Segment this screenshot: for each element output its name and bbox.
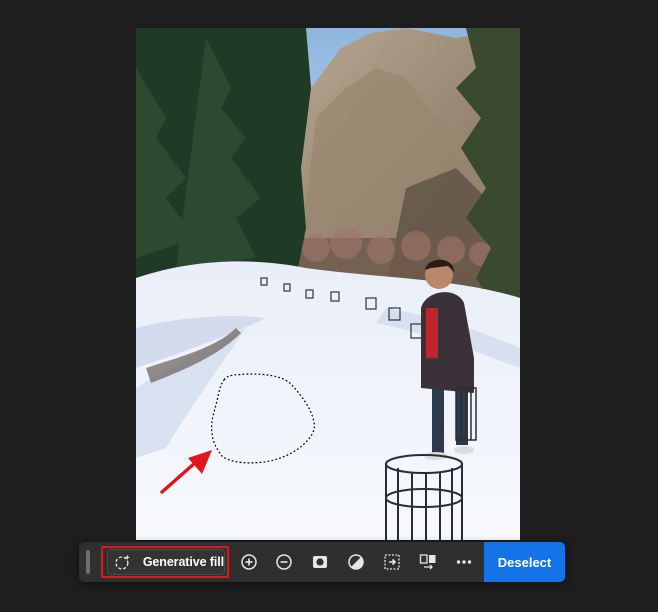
mask-icon — [313, 556, 327, 568]
contextual-taskbar: Generative fill Deselect — [79, 542, 565, 582]
more-options-icon — [456, 560, 472, 564]
more-options-button[interactable] — [454, 552, 474, 572]
invert-selection-button[interactable] — [346, 552, 366, 572]
deselect-button[interactable]: Deselect — [484, 542, 565, 582]
fill-selection-button[interactable] — [418, 552, 438, 572]
add-to-selection-button[interactable] — [239, 552, 259, 572]
invert-selection-icon — [348, 554, 364, 570]
drag-handle[interactable] — [86, 550, 90, 574]
mask-button[interactable] — [310, 552, 330, 572]
subtract-from-selection-icon — [276, 554, 292, 570]
selection-marquee[interactable] — [136, 28, 520, 540]
transform-selection-button[interactable] — [382, 552, 402, 572]
generative-fill-button[interactable]: Generative fill — [101, 546, 229, 578]
generative-fill-inner[interactable]: Generative fill — [107, 549, 225, 575]
generative-fill-icon — [115, 554, 131, 570]
fill-selection-icon — [419, 554, 436, 570]
transform-selection-icon — [384, 554, 400, 570]
generative-fill-label: Generative fill — [142, 555, 224, 569]
add-to-selection-icon — [241, 554, 257, 570]
subtract-from-selection-button[interactable] — [274, 552, 294, 572]
canvas-image[interactable] — [136, 28, 520, 540]
